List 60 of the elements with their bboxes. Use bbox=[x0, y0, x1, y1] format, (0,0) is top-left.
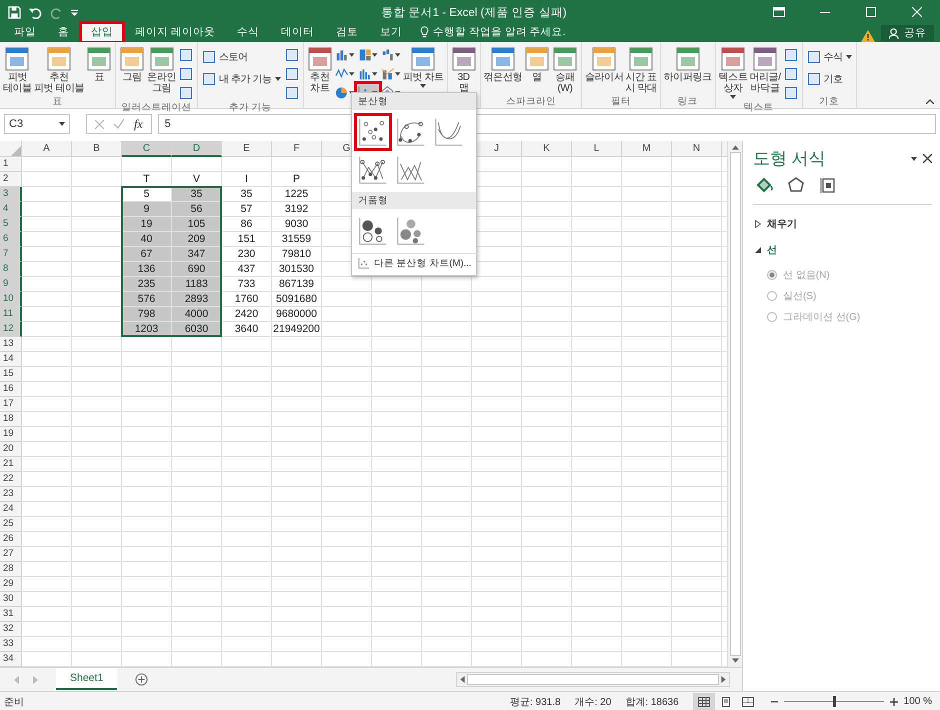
table-cell-text: 31559 bbox=[280, 232, 312, 246]
zoom-level: 100 % bbox=[902, 696, 933, 707]
status-stat: 평균: 931.8 bbox=[510, 696, 561, 708]
table-cell: 105 bbox=[172, 217, 221, 231]
table-cell-text: 5091680 bbox=[275, 292, 318, 306]
table-cell-text: 3640 bbox=[234, 322, 260, 336]
menu-section-title: 분산형 bbox=[352, 93, 476, 110]
group-label: 필터 bbox=[610, 95, 632, 108]
group-label: 추가 기능 bbox=[228, 101, 273, 114]
table-cell-text: 86 bbox=[240, 217, 254, 231]
table-cell-text: 2420 bbox=[234, 307, 260, 321]
table-cell: 40 bbox=[122, 232, 171, 246]
group-label: 일러스트레이션 bbox=[120, 101, 193, 114]
table-cell-text: 867139 bbox=[278, 277, 316, 291]
table-cell: 67 bbox=[122, 247, 171, 261]
table-cell: 6030 bbox=[172, 322, 221, 336]
table-cell: 1183 bbox=[172, 277, 221, 291]
table-cell-text: 437 bbox=[236, 262, 256, 276]
table-cell-text: 301530 bbox=[278, 262, 316, 276]
table-cell: 347 bbox=[172, 247, 221, 261]
table-cell: 35 bbox=[172, 187, 221, 201]
status-text: 준비 bbox=[4, 696, 24, 708]
table-cell: 136 bbox=[122, 262, 171, 276]
table-cell-text: 79810 bbox=[280, 247, 312, 261]
table-cell: 4000 bbox=[172, 307, 221, 321]
table-cell: 56 bbox=[172, 202, 221, 216]
pane-title: 도형 서식 bbox=[753, 148, 826, 170]
table-cell: 209 bbox=[172, 232, 221, 246]
table-cell-text: 1225 bbox=[284, 187, 310, 201]
table-cell: 798 bbox=[122, 307, 171, 321]
table-cell-text: 3192 bbox=[284, 202, 310, 216]
table-cell-text: 35 bbox=[240, 187, 254, 201]
table-cell: 19 bbox=[122, 217, 171, 231]
table-cell: 1203 bbox=[122, 322, 171, 336]
table-cell: 576 bbox=[122, 292, 171, 306]
table-cell-text: 151 bbox=[236, 232, 256, 246]
window-title: 통합 문서1 - Excel (제품 인증 실패) bbox=[380, 6, 568, 20]
status-stat: 합계: 18636 bbox=[625, 696, 679, 708]
table-cell-text: P bbox=[292, 172, 301, 186]
table-cell: 235 bbox=[122, 277, 171, 291]
table-cell-text: 9680000 bbox=[275, 307, 318, 321]
table-cell-text: 9030 bbox=[284, 217, 310, 231]
table-cell-text: V bbox=[192, 172, 201, 186]
table-cell-text: 1760 bbox=[234, 292, 260, 306]
table-cell: 2893 bbox=[172, 292, 221, 306]
group-label: 텍스트 bbox=[742, 101, 775, 114]
menu-section-title: 거품형 bbox=[352, 192, 476, 209]
table-cell: 9 bbox=[122, 202, 171, 216]
status-stat: 개수: 20 bbox=[574, 696, 612, 708]
table-cell-text: 733 bbox=[236, 277, 256, 291]
table-cell-text: T bbox=[142, 172, 151, 186]
table-cell-text: 57 bbox=[240, 202, 254, 216]
group-label: 기호 bbox=[818, 95, 840, 108]
table-cell: 690 bbox=[172, 262, 221, 276]
group-label: 스파크라인 bbox=[504, 95, 557, 108]
table-cell-text: I bbox=[244, 172, 249, 186]
group-label: 표 bbox=[52, 95, 64, 108]
table-cell: 21949200 bbox=[272, 322, 321, 336]
table-cell-text: 230 bbox=[236, 247, 256, 261]
group-label: 링크 bbox=[676, 95, 699, 108]
